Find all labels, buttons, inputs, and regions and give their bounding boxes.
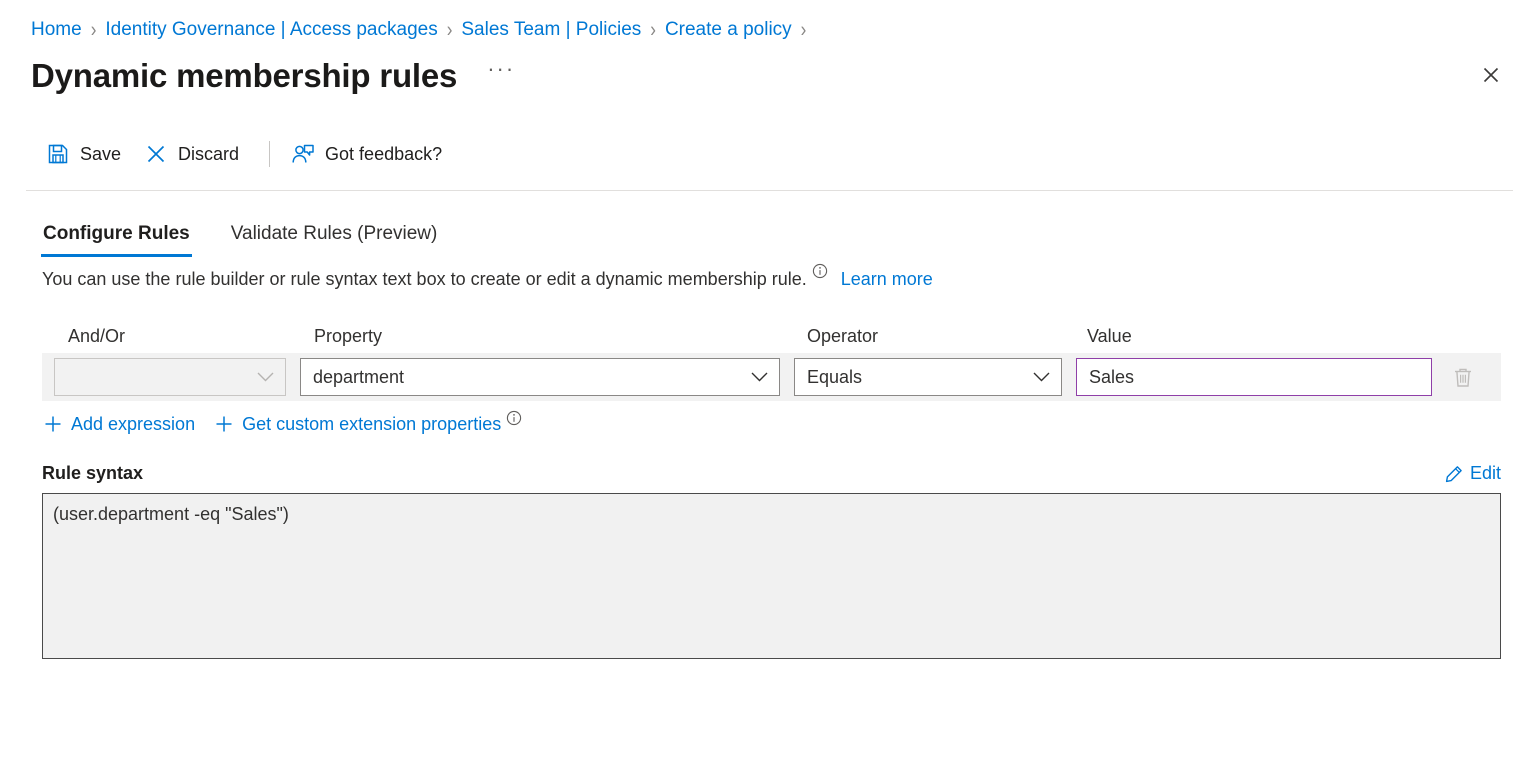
rule-syntax-header: Rule syntax Edit <box>0 463 1539 484</box>
tab-validate-rules[interactable]: Validate Rules (Preview) <box>229 223 440 257</box>
rule-builder-header: And/Or Property Operator Value <box>0 319 1539 353</box>
close-icon <box>141 142 171 166</box>
breadcrumb-separator-icon: › <box>447 18 453 39</box>
chevron-down-icon <box>751 372 768 383</box>
get-custom-extension-properties-button[interactable]: Get custom extension properties <box>213 413 522 435</box>
column-header-andor: And/Or <box>42 326 288 347</box>
rule-expression-row: department Equals Sales <box>42 353 1501 401</box>
breadcrumb-separator-icon: › <box>801 18 807 39</box>
value-input[interactable]: Sales <box>1076 358 1432 396</box>
close-blade-button[interactable] <box>1473 57 1509 93</box>
description-row: You can use the rule builder or rule syn… <box>0 269 1539 290</box>
tab-configure-rules[interactable]: Configure Rules <box>41 223 192 257</box>
edit-label: Edit <box>1470 463 1501 484</box>
discard-button[interactable]: Discard <box>139 136 249 172</box>
save-button[interactable]: Save <box>41 136 131 172</box>
pencil-icon <box>1444 464 1464 484</box>
page-title: Dynamic membership rules <box>31 59 457 92</box>
breadcrumb-item-identity-governance[interactable]: Identity Governance | Access packages <box>105 20 437 39</box>
command-bar: Save Discard Got feedback? <box>0 126 1539 182</box>
description-text: You can use the rule builder or rule syn… <box>42 269 807 290</box>
breadcrumb-item-sales-team-policies[interactable]: Sales Team | Policies <box>461 20 641 39</box>
breadcrumb-separator-icon: › <box>650 18 656 39</box>
breadcrumb-separator-icon: › <box>91 18 97 39</box>
property-dropdown[interactable]: department <box>300 358 780 396</box>
plus-icon <box>42 413 64 435</box>
delete-expression-button[interactable] <box>1446 360 1480 394</box>
feedback-person-icon <box>288 142 318 166</box>
andor-dropdown[interactable] <box>54 358 286 396</box>
breadcrumb-item-home[interactable]: Home <box>31 20 82 39</box>
toolbar-divider <box>269 141 270 167</box>
add-expression-label: Add expression <box>71 414 195 435</box>
edit-rule-syntax-button[interactable]: Edit <box>1444 463 1501 484</box>
got-feedback-button[interactable]: Got feedback? <box>286 136 452 172</box>
page-header: Dynamic membership rules ··· <box>0 44 1539 106</box>
breadcrumb: Home › Identity Governance | Access pack… <box>0 0 1539 44</box>
rule-builder-actions: Add expression Get custom extension prop… <box>0 413 1539 435</box>
chevron-down-icon <box>257 372 274 383</box>
learn-more-link[interactable]: Learn more <box>841 269 933 290</box>
breadcrumb-item-create-a-policy[interactable]: Create a policy <box>665 20 792 39</box>
operator-dropdown[interactable]: Equals <box>794 358 1062 396</box>
tab-list: Configure Rules Validate Rules (Preview) <box>0 203 1539 257</box>
get-custom-extension-properties-label: Get custom extension properties <box>242 414 501 435</box>
property-dropdown-value: department <box>313 367 404 388</box>
rule-syntax-textarea[interactable]: (user.department -eq "Sales") <box>42 493 1501 659</box>
toolbar-separator <box>26 190 1513 191</box>
info-icon[interactable] <box>812 263 828 279</box>
chevron-down-icon <box>1033 372 1050 383</box>
plus-icon <box>213 413 235 435</box>
operator-dropdown-value: Equals <box>807 367 862 388</box>
column-header-property: Property <box>288 326 781 347</box>
add-expression-button[interactable]: Add expression <box>42 413 195 435</box>
more-options-icon[interactable]: ··· <box>483 56 519 81</box>
column-header-value: Value <box>1061 326 1423 347</box>
value-input-text: Sales <box>1089 367 1134 388</box>
column-header-operator: Operator <box>781 326 1061 347</box>
got-feedback-label: Got feedback? <box>325 144 442 165</box>
rule-builder: And/Or Property Operator Value departmen… <box>0 319 1539 435</box>
rule-syntax-label: Rule syntax <box>42 463 143 484</box>
save-icon <box>43 142 73 166</box>
info-icon[interactable] <box>506 410 522 426</box>
discard-label: Discard <box>178 144 239 165</box>
save-label: Save <box>80 144 121 165</box>
